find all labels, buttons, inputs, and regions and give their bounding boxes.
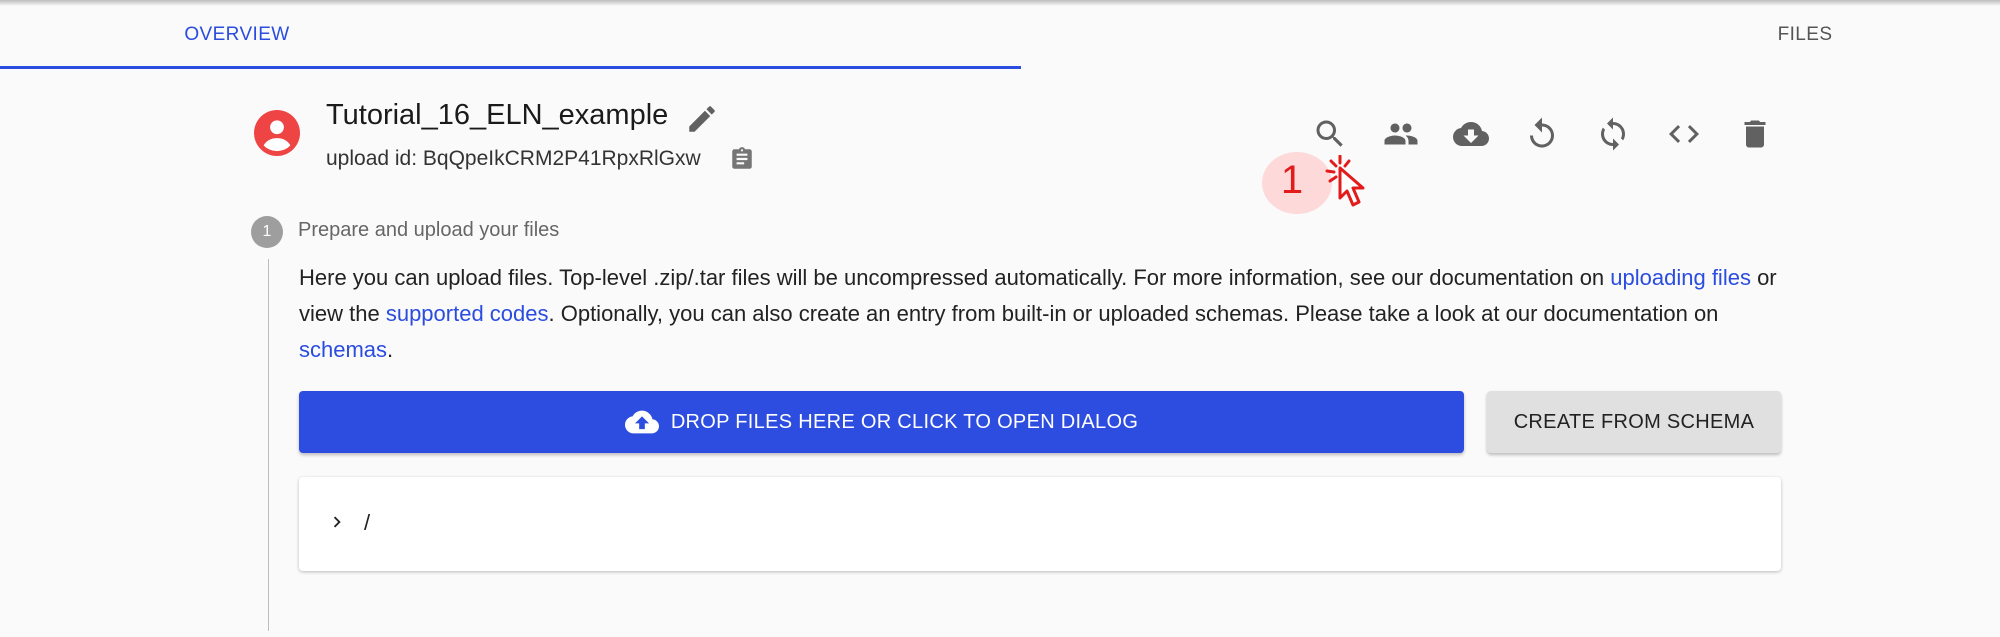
sync-icon[interactable]	[1595, 116, 1631, 152]
file-tree-root[interactable]: /	[364, 510, 370, 536]
uploading-files-link[interactable]: uploading files	[1610, 265, 1751, 290]
code-icon[interactable]	[1666, 116, 1702, 152]
tab-files[interactable]: FILES	[1565, 0, 2000, 70]
desc-text: .	[387, 337, 394, 362]
upload-title: Tutorial_16_ELN_example	[326, 99, 669, 131]
step-description: Here you can upload files. Top-level .zi…	[299, 260, 1779, 368]
click-marker-number: 1	[1280, 158, 1304, 202]
tab-overview[interactable]: OVERVIEW	[0, 0, 474, 70]
cloud-upload-icon	[624, 405, 659, 439]
step-badge: 1	[251, 216, 283, 248]
step-connector-line	[268, 259, 269, 631]
undo-icon[interactable]	[1524, 116, 1560, 152]
desc-text: Here you can upload files. Top-level .zi…	[299, 265, 1611, 290]
members-icon[interactable]	[1383, 116, 1419, 152]
create-from-schema-button[interactable]: CREATE FROM SCHEMA	[1487, 391, 1781, 453]
chevron-right-icon[interactable]	[326, 511, 348, 533]
step-label: Prepare and upload your files	[298, 219, 560, 241]
schemas-link[interactable]: schemas	[299, 337, 387, 362]
drop-files-button[interactable]: DROP FILES HERE OR CLICK TO OPEN DIALOG	[299, 391, 1464, 453]
clipboard-icon[interactable]	[729, 146, 755, 172]
desc-text: . Optionally, you can also create an ent…	[548, 301, 1719, 326]
cloud-download-icon[interactable]	[1453, 116, 1489, 152]
tab-indicator	[0, 66, 1021, 69]
drop-files-label: DROP FILES HERE OR CLICK TO OPEN DIALOG	[670, 410, 1139, 433]
delete-icon[interactable]	[1737, 116, 1773, 152]
supported-codes-link[interactable]: supported codes	[386, 301, 549, 326]
upload-id: upload id: BqQpeIkCRM2P41RpxRlGxw	[326, 147, 701, 170]
edit-icon[interactable]	[685, 102, 719, 136]
cursor-click-icon	[1318, 154, 1380, 213]
user-avatar-icon	[254, 110, 300, 156]
file-tree: /	[299, 477, 1781, 571]
search-icon[interactable]	[1312, 116, 1348, 152]
